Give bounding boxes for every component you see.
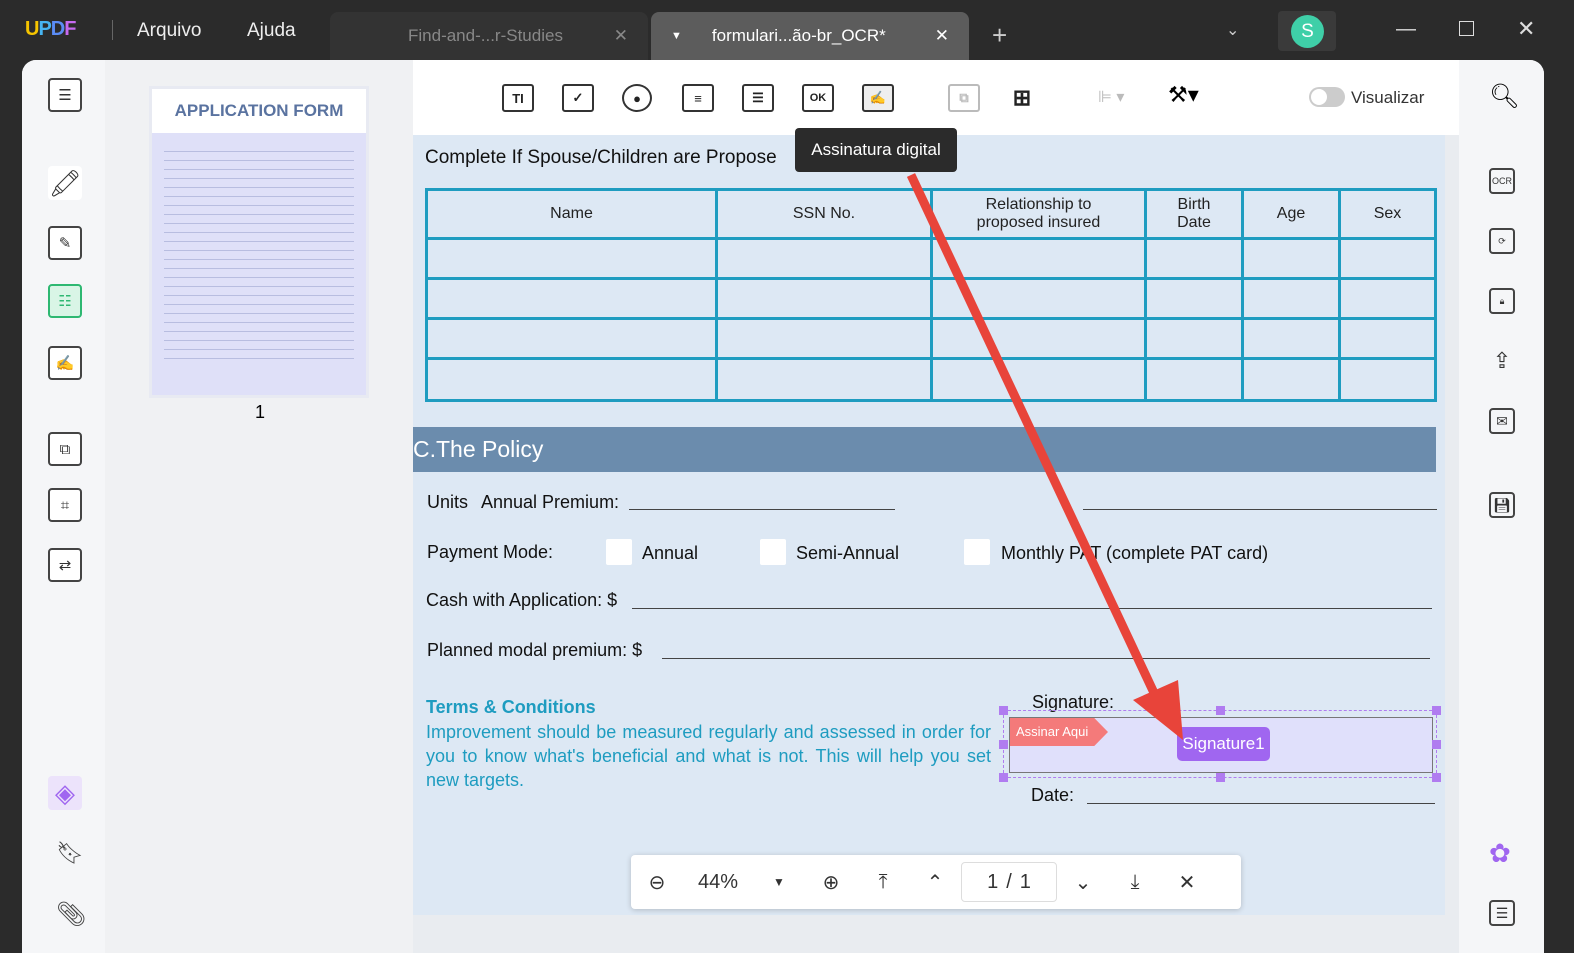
close-zoom-bar-icon[interactable]: ✕ bbox=[1161, 870, 1213, 895]
semi-annual-label: Semi-Annual bbox=[796, 543, 900, 563]
tooltip: Assinatura digital bbox=[795, 128, 957, 172]
edit-icon[interactable]: ✎ bbox=[48, 226, 82, 260]
title-bar: UPDF Arquivo Ajuda Find-and-...r-Studies… bbox=[0, 0, 1574, 60]
page-separator: / bbox=[1006, 870, 1012, 893]
search-icon[interactable]: 🔍︎ bbox=[1489, 82, 1519, 111]
annual-premium-label: Annual Premium: bbox=[481, 492, 620, 512]
ai-assistant-icon[interactable]: ✿ bbox=[1489, 838, 1511, 869]
semi-annual-checkbox[interactable] bbox=[760, 539, 786, 565]
email-icon[interactable]: ✉ bbox=[1489, 408, 1515, 434]
col-header-name: Name bbox=[425, 188, 718, 240]
tab-label: Find-and-...r-Studies bbox=[408, 26, 563, 45]
date-label: Date: bbox=[1031, 785, 1075, 805]
attachment-icon[interactable]: 📎︎ bbox=[56, 900, 86, 929]
preview-label: Visualizar bbox=[1351, 88, 1425, 107]
close-icon[interactable]: ✕ bbox=[935, 26, 949, 46]
total-pages: 1 bbox=[1019, 870, 1031, 893]
document-view: Complete If Spouse/Children are Propose … bbox=[413, 60, 1459, 953]
comment-icon[interactable]: ☰ bbox=[1489, 900, 1515, 926]
annual-label: Annual bbox=[642, 543, 699, 563]
zoom-dropdown-icon[interactable]: ▼ bbox=[753, 875, 805, 889]
radio-button-tool[interactable]: ● bbox=[622, 84, 652, 112]
tools-icon[interactable]: ⚒▾ bbox=[1168, 82, 1199, 108]
protect-icon[interactable]: 🔒︎ bbox=[1489, 288, 1515, 314]
reader-icon[interactable]: ☰ bbox=[48, 78, 82, 112]
convert-icon[interactable]: ⇄ bbox=[48, 548, 82, 582]
menu-ajuda[interactable]: Ajuda bbox=[247, 20, 296, 42]
avatar[interactable]: S bbox=[1291, 15, 1324, 48]
zoom-level[interactable]: 44% bbox=[683, 871, 753, 894]
maximize-icon[interactable] bbox=[1459, 21, 1474, 36]
zoom-in-icon[interactable]: ⊕ bbox=[805, 870, 857, 895]
highlighter-icon[interactable]: 🖍 bbox=[48, 166, 82, 200]
tab-find-and-studies[interactable]: Find-and-...r-Studies ✕ bbox=[330, 12, 648, 60]
zoom-bar: ⊖ 44% ▼ ⊕ ⤒ ⌃ 1 / 1 ⌄ ⤓ ✕ bbox=[631, 855, 1241, 909]
list-box-tool[interactable]: ☰ bbox=[742, 84, 774, 112]
planned-premium-label: Planned modal premium: $ bbox=[427, 640, 643, 660]
col-header-sex: Sex bbox=[1338, 188, 1437, 240]
menu-arquivo[interactable]: Arquivo bbox=[137, 20, 201, 42]
save-icon[interactable]: 💾︎ bbox=[1489, 492, 1515, 518]
digital-signature-tool[interactable]: ✍ bbox=[862, 84, 894, 112]
zoom-out-icon[interactable]: ⊖ bbox=[631, 870, 683, 895]
dropdown-icon[interactable]: ▼ bbox=[671, 30, 682, 42]
button-tool[interactable]: OK bbox=[802, 84, 834, 112]
units-label: Units bbox=[427, 492, 469, 512]
layers-icon[interactable]: ◈ bbox=[48, 776, 82, 810]
workspace: ☰ 🖍 ✎ ☷ ✍ ⧉ ⌗ ⇄ ◈ 🔖︎ 📎︎ APPLICATION FORM… bbox=[22, 60, 1544, 953]
thumbnail-panel: APPLICATION FORM 1 bbox=[105, 60, 413, 953]
fill-sign-icon[interactable]: ✍ bbox=[48, 346, 82, 380]
crop-icon[interactable]: ⌗ bbox=[48, 488, 82, 522]
first-page-icon[interactable]: ⤒ bbox=[857, 871, 909, 894]
ocr-icon[interactable]: OCR bbox=[1489, 168, 1515, 194]
date-field[interactable] bbox=[1087, 803, 1435, 804]
align-icon[interactable]: ⊫ ▾ bbox=[1098, 87, 1124, 107]
spouse-heading: Complete If Spouse/Children are Propose bbox=[425, 147, 777, 168]
updf-logo: UPDF bbox=[25, 18, 76, 40]
form-icon[interactable]: ☷ bbox=[48, 284, 82, 318]
page-thumbnail[interactable]: APPLICATION FORM bbox=[149, 86, 369, 398]
new-tab-icon[interactable]: + bbox=[992, 20, 1007, 51]
cash-label: Cash with Application: $ bbox=[426, 590, 618, 610]
right-toolbar: 🔍︎ OCR ⟳ 🔒︎ ⇪ ✉ 💾︎ ✿ ☰ bbox=[1459, 60, 1544, 953]
bookmark-icon[interactable]: 🔖︎ bbox=[56, 840, 84, 866]
grid-icon[interactable]: ⊞ bbox=[1006, 84, 1038, 112]
annotation-arrow bbox=[906, 173, 1183, 740]
close-window-icon[interactable]: ✕ bbox=[1517, 16, 1535, 42]
left-toolbar: ☰ 🖍 ✎ ☷ ✍ ⧉ ⌗ ⇄ ◈ 🔖︎ 📎︎ bbox=[22, 60, 105, 953]
col-header-age: Age bbox=[1241, 188, 1341, 240]
payment-mode-label: Payment Mode: bbox=[427, 542, 554, 562]
next-page-icon[interactable]: ⌄ bbox=[1057, 870, 1109, 895]
close-icon[interactable]: ✕ bbox=[614, 26, 628, 46]
page-input[interactable]: 1 / 1 bbox=[961, 862, 1057, 902]
preview-toggle[interactable] bbox=[1309, 87, 1345, 107]
thumbnail-title: APPLICATION FORM bbox=[152, 89, 366, 133]
annual-premium-field[interactable] bbox=[629, 509, 895, 510]
minimize-icon[interactable]: — bbox=[1396, 18, 1416, 41]
chevron-down-icon[interactable]: ⌄ bbox=[1226, 20, 1239, 40]
last-page-icon[interactable]: ⤓ bbox=[1109, 871, 1161, 894]
tab-formulario[interactable]: ▼ formulari...ão-br_OCR* ✕ bbox=[651, 12, 969, 60]
current-page: 1 bbox=[987, 870, 999, 893]
thumbnail-page-number: 1 bbox=[255, 402, 266, 422]
pdf-page: Complete If Spouse/Children are Propose … bbox=[413, 135, 1445, 915]
terms-title: Terms & Conditions bbox=[426, 697, 596, 717]
annual-checkbox[interactable] bbox=[606, 539, 632, 565]
dropdown-tool[interactable]: ≡ bbox=[682, 84, 714, 112]
share-icon[interactable]: ⇪ bbox=[1489, 348, 1515, 374]
checkbox-tool[interactable]: ✓ bbox=[562, 84, 594, 112]
duplicate-icon[interactable]: ⧉ bbox=[948, 84, 980, 112]
text-field-tool[interactable]: TI bbox=[502, 84, 534, 112]
form-toolbar: TI ✓ ● ≡ ☰ OK ✍ ⧉ ⊞ ⊫ ▾ ⚒▾ Visualizar As… bbox=[413, 60, 1459, 172]
organize-pages-icon[interactable]: ⧉ bbox=[48, 432, 82, 466]
convert-pdf-icon[interactable]: ⟳ bbox=[1489, 228, 1515, 254]
previous-page-icon[interactable]: ⌃ bbox=[909, 870, 961, 895]
tab-label: formulari...ão-br_OCR* bbox=[711, 26, 886, 45]
